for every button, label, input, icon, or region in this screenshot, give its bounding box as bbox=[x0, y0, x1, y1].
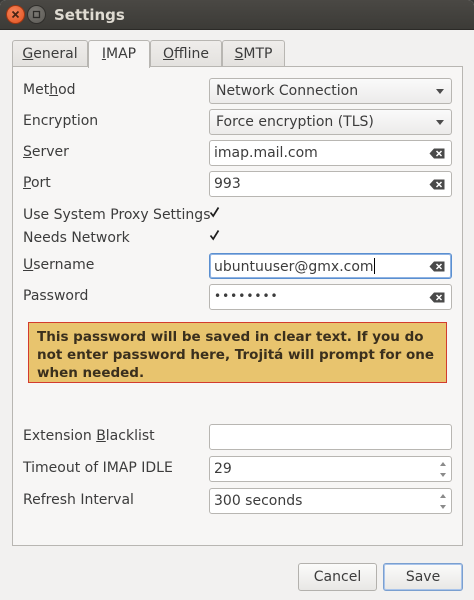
minimize-icon bbox=[32, 10, 41, 19]
clear-text-password-warning: This password will be saved in clear tex… bbox=[28, 322, 447, 383]
chevron-down-icon bbox=[436, 120, 444, 125]
server-field[interactable]: imap.mail.com bbox=[209, 140, 452, 166]
close-icon bbox=[11, 10, 20, 19]
method-label: Method bbox=[23, 82, 76, 98]
server-label: Server bbox=[23, 144, 69, 160]
password-value: •••••••• bbox=[214, 289, 279, 303]
tab-general[interactable]: General bbox=[12, 40, 88, 67]
port-label: Port bbox=[23, 175, 51, 191]
close-window-button[interactable] bbox=[6, 5, 25, 24]
chevron-down-icon bbox=[436, 89, 444, 94]
save-button[interactable]: Save bbox=[383, 563, 463, 591]
extension-blacklist-field[interactable] bbox=[209, 424, 452, 450]
encryption-select[interactable]: Force encryption (TLS) bbox=[209, 109, 452, 135]
window-title: Settings bbox=[54, 6, 125, 24]
tab-offline-label: Offline bbox=[163, 46, 209, 62]
text-cursor bbox=[373, 258, 375, 274]
needs-network-checkbox[interactable] bbox=[209, 229, 220, 245]
tab-imap-label: IMAP bbox=[101, 46, 137, 62]
refresh-interval-value: 300 seconds bbox=[214, 493, 303, 509]
username-label: Username bbox=[23, 257, 95, 273]
refresh-interval-label: Refresh Interval bbox=[23, 492, 134, 508]
tab-general-label: General bbox=[22, 46, 78, 62]
tab-smtp[interactable]: SMTP bbox=[222, 40, 285, 67]
encryption-value: Force encryption (TLS) bbox=[216, 114, 374, 130]
password-label: Password bbox=[23, 288, 89, 304]
method-select[interactable]: Network Connection bbox=[209, 78, 452, 104]
port-value: 993 bbox=[214, 176, 241, 192]
spin-up-icon[interactable] bbox=[438, 459, 448, 469]
refresh-interval-spinbox[interactable]: 300 seconds bbox=[209, 488, 452, 514]
timeout-idle-spinbox[interactable]: 29 bbox=[209, 456, 452, 482]
use-proxy-label: Use System Proxy Settings bbox=[23, 207, 211, 223]
tab-imap[interactable]: IMAP bbox=[88, 40, 150, 68]
username-field[interactable]: ubuntuuser@gmx.com bbox=[209, 253, 452, 279]
clear-text-icon[interactable] bbox=[429, 292, 445, 303]
username-value: ubuntuuser@gmx.com bbox=[214, 259, 374, 275]
checkmark-icon bbox=[209, 230, 220, 241]
clear-text-icon[interactable] bbox=[429, 261, 445, 272]
clear-text-icon[interactable] bbox=[429, 148, 445, 159]
encryption-label: Encryption bbox=[23, 113, 99, 129]
extension-blacklist-label: Extension Blacklist bbox=[23, 428, 155, 444]
tab-smtp-label: SMTP bbox=[234, 46, 273, 62]
port-field[interactable]: 993 bbox=[209, 171, 452, 197]
use-proxy-checkbox[interactable] bbox=[209, 206, 220, 222]
timeout-idle-label: Timeout of IMAP IDLE bbox=[23, 460, 173, 476]
minimize-window-button[interactable] bbox=[27, 5, 46, 24]
title-bar: Settings bbox=[0, 0, 474, 30]
checkmark-icon bbox=[209, 207, 220, 218]
clear-text-icon[interactable] bbox=[429, 179, 445, 190]
settings-window: Settings General IMAP Offline SMTP Metho… bbox=[0, 0, 474, 600]
password-field[interactable]: •••••••• bbox=[209, 284, 452, 310]
method-value: Network Connection bbox=[216, 83, 359, 99]
needs-network-label: Needs Network bbox=[23, 230, 130, 246]
cancel-button[interactable]: Cancel bbox=[298, 563, 377, 591]
spin-down-icon[interactable] bbox=[438, 502, 448, 512]
timeout-idle-value: 29 bbox=[214, 461, 232, 477]
tab-offline[interactable]: Offline bbox=[150, 40, 222, 67]
cancel-button-label: Cancel bbox=[313, 569, 362, 585]
imap-settings-panel: Method Network Connection Encryption For… bbox=[12, 66, 463, 546]
save-button-label: Save bbox=[405, 569, 441, 585]
spin-up-icon[interactable] bbox=[438, 491, 448, 501]
spin-down-icon[interactable] bbox=[438, 470, 448, 480]
server-value: imap.mail.com bbox=[214, 145, 318, 161]
